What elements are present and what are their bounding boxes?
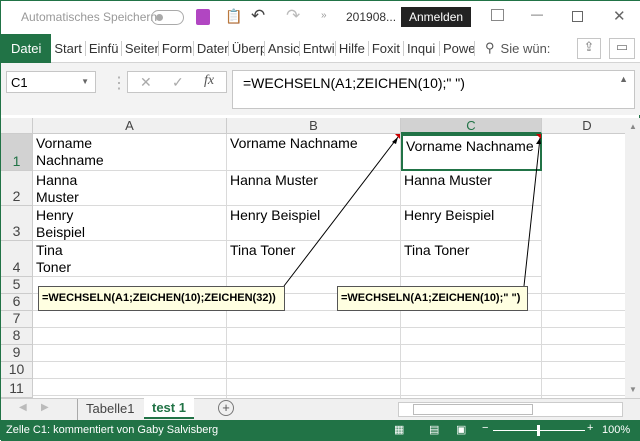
tab-foxit[interactable]: Foxit xyxy=(369,40,405,56)
prev-sheet-icon[interactable]: ◀ xyxy=(19,402,27,413)
zoom-level[interactable]: 100% xyxy=(602,424,630,436)
tab-seitenlayout[interactable]: Seiter xyxy=(122,40,159,56)
comment-box-b1[interactable]: =WECHSELN(A1;ZEICHEN(10);ZEICHEN(32)) xyxy=(38,286,285,311)
tab-ansicht[interactable]: Ansic xyxy=(265,40,300,56)
more-icon[interactable]: » xyxy=(321,10,327,21)
ribbon-tabs: Datei Start Einfü Seiter Form Dater Über… xyxy=(1,33,640,63)
search-icon[interactable]: ⚲ xyxy=(485,40,495,56)
minimize-button[interactable]: — xyxy=(531,7,543,21)
add-sheet-icon[interactable]: + xyxy=(218,400,234,416)
undo-icon[interactable]: ↶ xyxy=(251,6,265,26)
scroll-down-icon[interactable]: ▼ xyxy=(629,385,637,394)
file-name: 201908... xyxy=(346,10,397,24)
zoom-slider[interactable] xyxy=(493,425,585,436)
worksheet-grid[interactable]: A B C D 1 2 3 4 5 6 7 8 9 10 11 Vorname … xyxy=(1,118,625,398)
name-box[interactable]: C1 ▼ xyxy=(6,71,96,93)
status-bar: Zelle C1: kommentiert von Gaby Salvisber… xyxy=(1,420,640,441)
sign-in-button[interactable]: Anmelden xyxy=(401,7,472,27)
tell-me-input[interactable]: Sie wün: xyxy=(501,41,551,56)
close-button[interactable]: ✕ xyxy=(613,7,626,25)
formula-text: =WECHSELN(A1;ZEICHEN(10);" ") xyxy=(243,75,465,91)
share-icon[interactable]: ⇪ xyxy=(577,38,601,59)
sheet-tabs-bar: ◀ ▶ Tabelle1 test 1 + xyxy=(1,398,640,420)
tab-hilfe[interactable]: Hilfe xyxy=(336,40,369,56)
tab-ueberpruefen[interactable]: Überp xyxy=(229,40,265,56)
cancel-icon[interactable]: ✕ xyxy=(140,74,152,91)
zoom-out-button[interactable]: − xyxy=(482,422,488,434)
tab-datei[interactable]: Datei xyxy=(1,33,52,63)
horizontal-scrollbar[interactable] xyxy=(398,402,623,417)
redo-icon[interactable]: ↷ xyxy=(286,6,300,26)
scroll-up-icon[interactable]: ▲ xyxy=(629,122,637,131)
normal-view-icon[interactable]: ▦ xyxy=(394,423,404,436)
formula-bar: C1 ▼ ⋮ ✕ ✓ fx =WECHSELN(A1;ZEICHEN(10);" … xyxy=(1,63,640,115)
page-break-icon[interactable]: ▣ xyxy=(456,423,466,436)
next-sheet-icon[interactable]: ▶ xyxy=(41,402,49,413)
autosave-label: Automatisches Speichern xyxy=(21,10,158,24)
save-icon[interactable] xyxy=(196,9,210,25)
zoom-in-button[interactable]: + xyxy=(587,422,593,434)
more-options-icon: ⋮ xyxy=(111,75,127,92)
vertical-scrollbar[interactable]: ▲ ▼ xyxy=(625,118,640,398)
tab-daten[interactable]: Dater xyxy=(194,40,229,56)
sheet-tab-test-1[interactable]: test 1 xyxy=(144,398,194,419)
autosave-toggle[interactable] xyxy=(151,10,184,25)
comment-box-c1[interactable]: =WECHSELN(A1;ZEICHEN(10);" ") xyxy=(337,286,528,311)
chevron-down-icon[interactable]: ▼ xyxy=(81,77,89,86)
sheet-tab-tabelle1[interactable]: Tabelle1 xyxy=(77,399,142,420)
collapse-icon[interactable]: ▲ xyxy=(619,74,628,84)
clipboard-icon[interactable]: 📋 xyxy=(225,8,242,25)
comments-icon[interactable]: ▭ xyxy=(609,38,635,59)
maximize-button[interactable] xyxy=(572,11,583,22)
comment-arrows xyxy=(283,136,541,287)
scroll-thumb[interactable] xyxy=(413,404,533,415)
page-layout-icon[interactable]: ▤ xyxy=(429,423,439,436)
tab-power[interactable]: Powe xyxy=(440,40,476,56)
name-box-value: C1 xyxy=(11,75,28,90)
tab-formeln[interactable]: Form xyxy=(159,40,194,56)
title-bar: Automatisches Speichern 📋 ↶ ↷ » 201908..… xyxy=(1,1,640,34)
tab-entwicklertools[interactable]: Entwi xyxy=(300,40,336,56)
formula-input[interactable]: =WECHSELN(A1;ZEICHEN(10);" ") ▲ xyxy=(232,70,635,109)
enter-icon[interactable]: ✓ xyxy=(172,74,184,91)
tab-start[interactable]: Start xyxy=(51,40,86,56)
tab-einfuegen[interactable]: Einfü xyxy=(86,40,122,56)
formula-buttons: ✕ ✓ fx xyxy=(127,71,227,93)
status-text: Zelle C1: kommentiert von Gaby Salvisber… xyxy=(6,424,219,436)
tab-inquire[interactable]: Inqui xyxy=(404,40,441,56)
ribbon-display-icon[interactable] xyxy=(491,9,504,21)
insert-function-icon[interactable]: fx xyxy=(204,73,214,89)
